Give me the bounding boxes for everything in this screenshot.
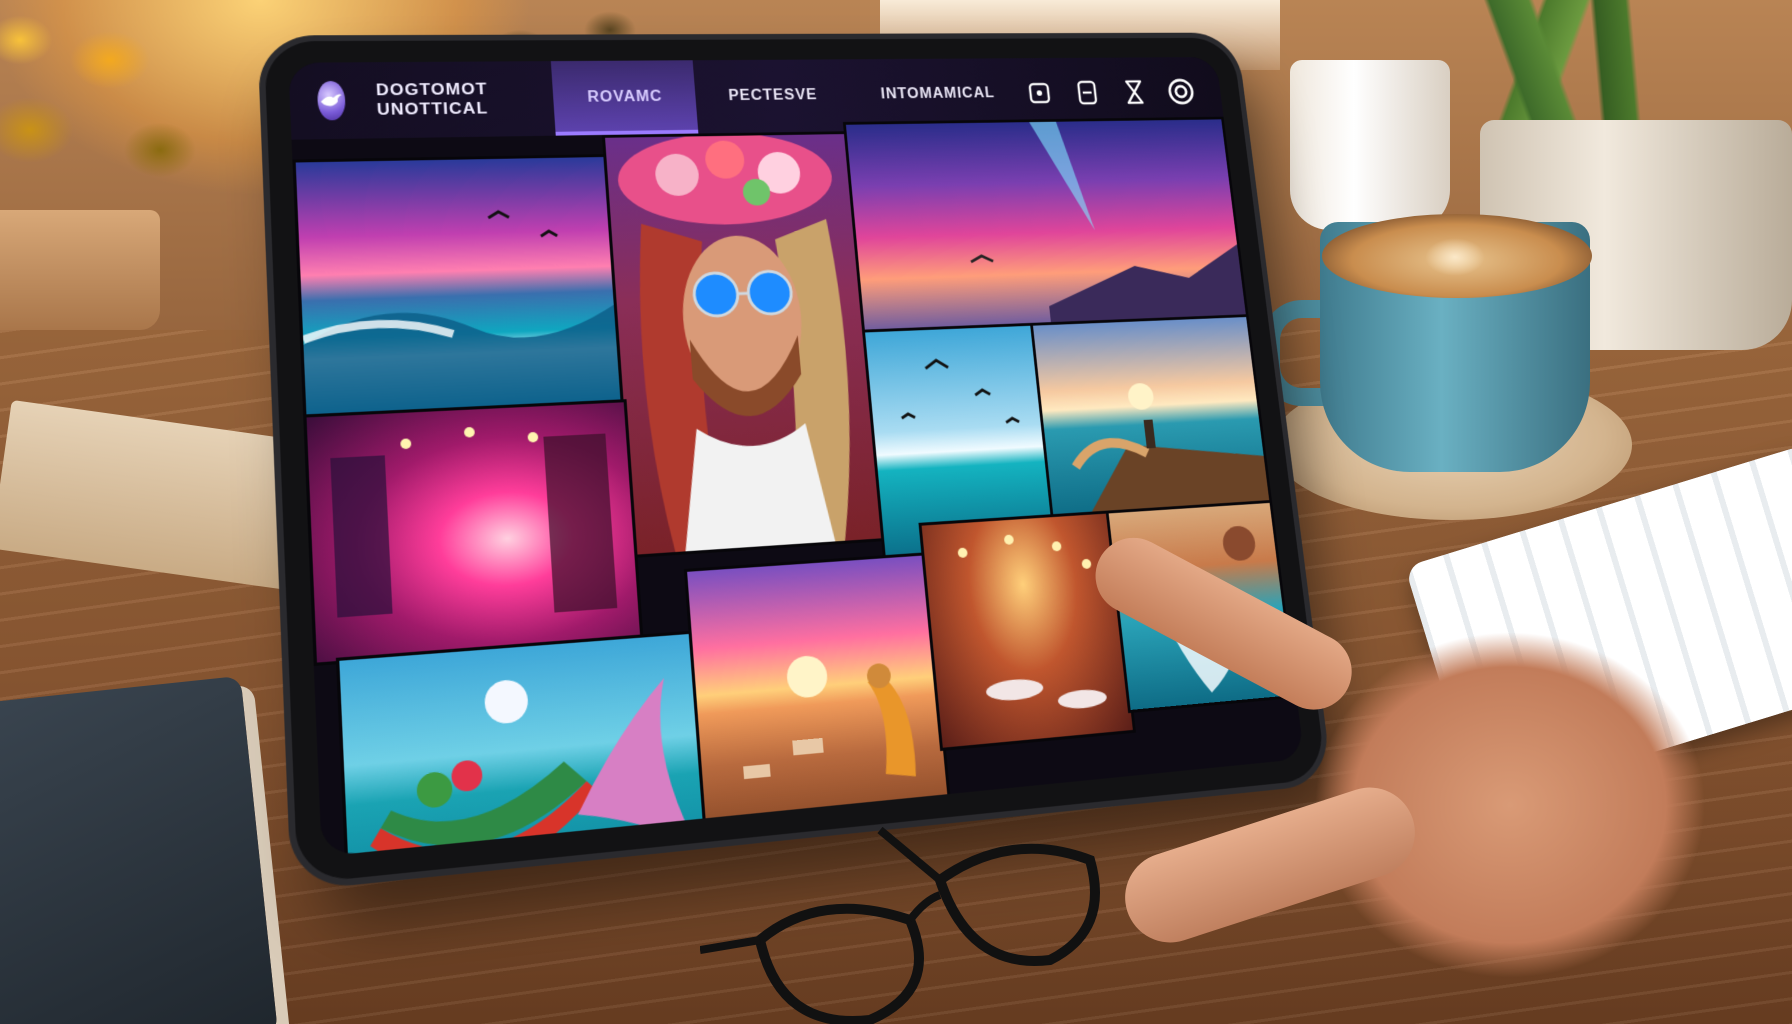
plant-pot-white: [1290, 60, 1450, 230]
app-title: DOGTOMOT UNOTTICAL: [375, 79, 489, 119]
dark-notebook: [0, 675, 279, 1024]
tab-label: PECTESVE: [727, 87, 819, 104]
eyeglasses: [700, 826, 1100, 1024]
target-icon[interactable]: [1166, 77, 1197, 106]
photo-beach-sunset[interactable]: [683, 552, 952, 838]
tab-pectesve[interactable]: PECTESVE: [693, 59, 853, 133]
photo-aurora-sunset[interactable]: [842, 116, 1250, 336]
tab-label: INTOMAMICAL: [880, 85, 996, 103]
tab-rovamc[interactable]: ROVAMC: [551, 60, 699, 136]
tablet-icon[interactable]: [1071, 78, 1102, 107]
desk-scene: DOGTOMOT UNOTTICAL ROVAMC PECTESVE INTOM…: [0, 0, 1792, 1024]
plant-pot-left: [0, 210, 160, 330]
bird-logo-icon[interactable]: [316, 80, 346, 121]
toolbar: [1024, 77, 1197, 107]
photo-pier-sunset[interactable]: [1029, 314, 1273, 521]
latte-art: [1425, 238, 1485, 276]
photo-moon-boat[interactable]: [335, 630, 715, 857]
hourglass-icon[interactable]: [1119, 78, 1150, 107]
photo-flower-crown-portrait[interactable]: [601, 131, 888, 559]
photo-neon-hall[interactable]: [303, 399, 644, 667]
square-dot-icon[interactable]: [1024, 79, 1056, 108]
photo-pink-sky-wave[interactable]: [292, 154, 627, 421]
tab-label: ROVAMC: [586, 88, 664, 106]
